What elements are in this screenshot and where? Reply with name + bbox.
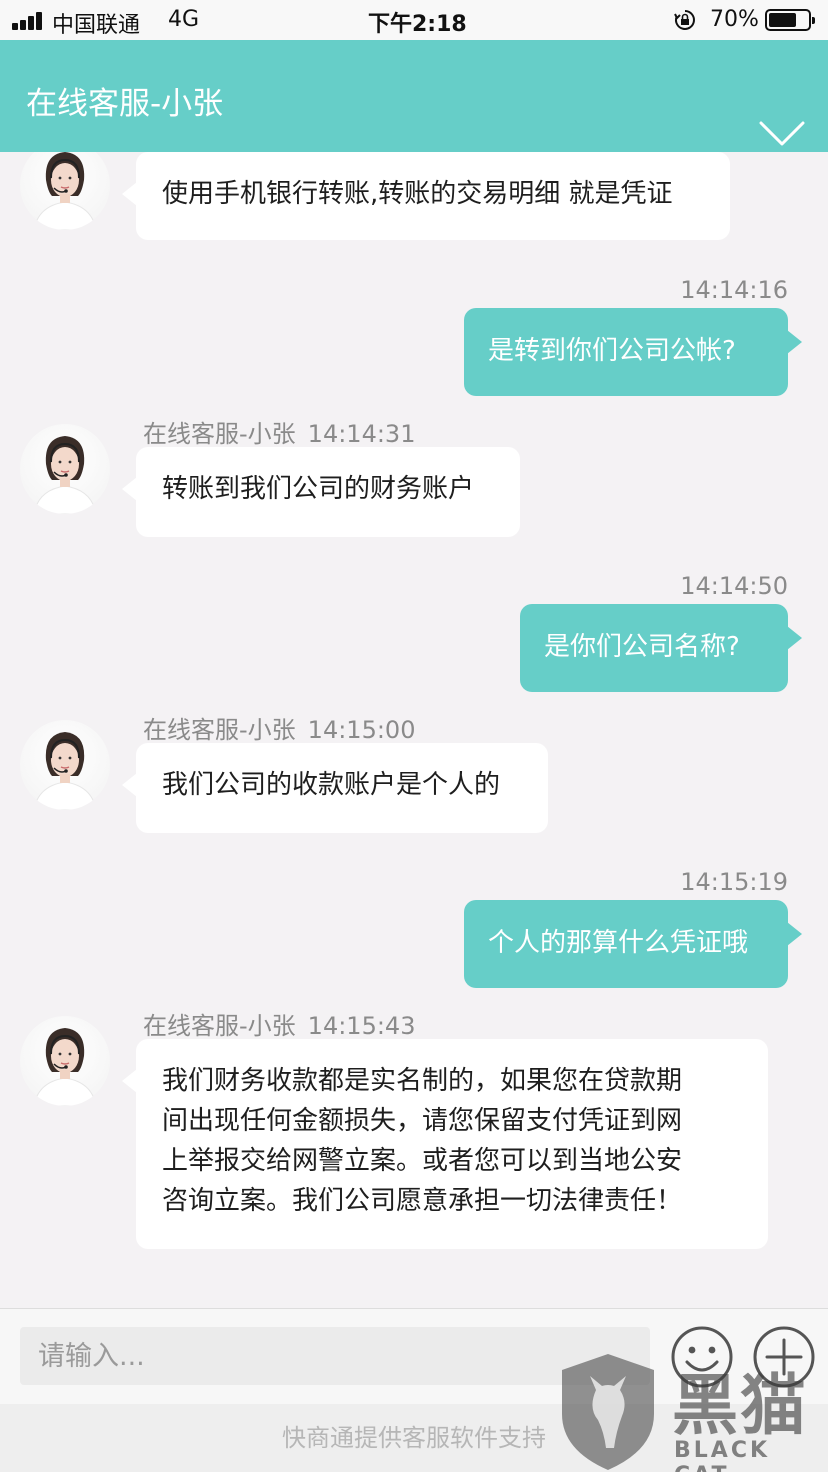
- message-time: 14:14:16: [680, 276, 788, 304]
- chevron-down-icon[interactable]: [758, 118, 806, 148]
- message-text: 个人的那算什么凭证哦: [488, 928, 749, 958]
- agent-portrait-icon: [33, 1028, 97, 1106]
- footer-text: 快商通提供客服软件支持: [282, 1424, 546, 1452]
- sender-name: 在线客服-小张: [143, 716, 296, 744]
- message-line: 咨询立案。我们公司愿意承担一切法律责任！: [162, 1186, 683, 1216]
- incoming-message-bubble: 我们财务收款都是实名制的，如果您在贷款期 间出现任何金额损失，请您保留支付凭证到…: [122, 1039, 768, 1249]
- message-meta: 在线客服-小张 14:15:43: [143, 1006, 415, 1041]
- smiley-icon[interactable]: [670, 1325, 734, 1389]
- message-text: 我们公司的收款账户是个人的: [162, 770, 501, 800]
- message-meta: 在线客服-小张 14:14:31: [143, 414, 415, 449]
- message-text: 是转到你们公司公帐?: [488, 336, 736, 366]
- sender-name: 在线客服-小张: [143, 420, 296, 448]
- agent-portrait-icon: [33, 436, 97, 514]
- message-text: 使用手机银行转账,转账的交易明细 就是凭证: [162, 179, 673, 209]
- carrier-name: 中国联通: [52, 13, 141, 38]
- agent-avatar: [20, 1016, 110, 1106]
- outgoing-message-bubble: 是转到你们公司公帐?: [464, 308, 802, 396]
- orientation-lock-icon: [674, 10, 695, 30]
- message-line: 我们财务收款都是实名制的，如果您在贷款期: [162, 1066, 683, 1096]
- message-meta: 在线客服-小张 14:15:00: [143, 710, 415, 745]
- chat-header: 在线客服-小张: [0, 40, 828, 152]
- message-time: 14:15:19: [680, 868, 788, 896]
- message-time: 14:14:31: [307, 420, 416, 448]
- chat-message-list[interactable]: 使用手机银行转账,转账的交易明细 就是凭证 14:14:16 是转到你们公司公帐…: [0, 152, 828, 1308]
- message-text: 是你们公司名称?: [544, 632, 740, 662]
- chat-title: 在线客服-小张: [26, 86, 224, 122]
- battery-icon: [765, 9, 815, 31]
- battery-percent: 70%: [710, 7, 759, 32]
- message-text: 转账到我们公司的财务账户: [162, 474, 475, 504]
- message-time: 14:15:43: [307, 1012, 416, 1040]
- plus-circle-icon[interactable]: [752, 1325, 816, 1389]
- agent-avatar: [20, 152, 110, 230]
- incoming-message-bubble: 转账到我们公司的财务账户: [122, 447, 520, 537]
- status-bar: 中国联通 4G 下午2:18 70%: [0, 0, 828, 40]
- message-input[interactable]: [20, 1327, 650, 1385]
- sender-name: 在线客服-小张: [143, 1012, 296, 1040]
- outgoing-message-bubble: 个人的那算什么凭证哦: [464, 900, 802, 988]
- status-time: 下午2:18: [368, 12, 467, 37]
- agent-portrait-icon: [33, 732, 97, 810]
- message-input-bar: [0, 1308, 828, 1404]
- outgoing-message-bubble: 是你们公司名称?: [520, 604, 802, 692]
- agent-portrait-icon: [33, 152, 97, 230]
- incoming-message-bubble: 我们公司的收款账户是个人的: [122, 743, 548, 833]
- signal-strength-icon: [12, 12, 46, 30]
- agent-avatar: [20, 720, 110, 810]
- message-time: 14:14:50: [680, 572, 788, 600]
- powered-by-footer: 快商通提供客服软件支持: [0, 1404, 828, 1472]
- network-type: 4G: [168, 7, 200, 32]
- message-line: 间出现任何金额损失，请您保留支付凭证到网: [162, 1106, 683, 1136]
- message-line: 上举报交给网警立案。或者您可以到当地公安: [162, 1146, 683, 1176]
- incoming-message-bubble: 使用手机银行转账,转账的交易明细 就是凭证: [122, 152, 730, 240]
- agent-avatar: [20, 424, 110, 514]
- message-time: 14:15:00: [307, 716, 416, 744]
